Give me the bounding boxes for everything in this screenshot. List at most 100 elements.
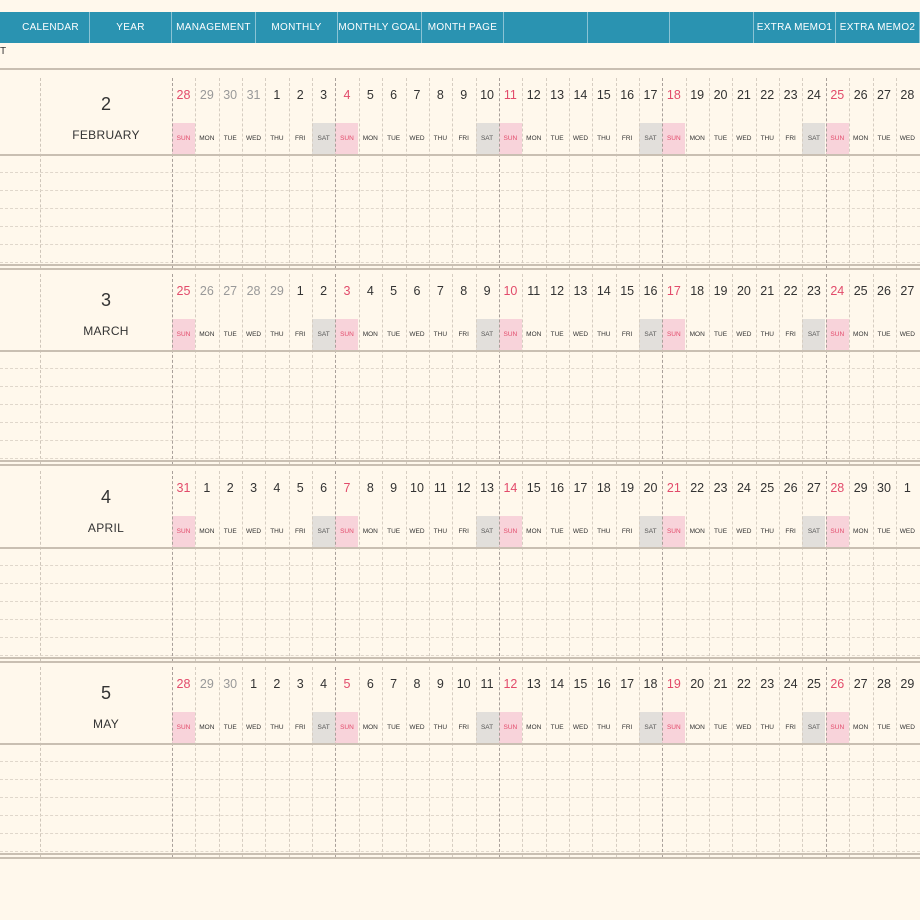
day-cell[interactable]: 30 TUE [219, 78, 242, 268]
tab-extra-memo2[interactable]: EXTRA MEMO2 [836, 12, 920, 43]
day-cell[interactable]: 3 WED [242, 471, 265, 661]
day-cell[interactable]: 13 WED [569, 274, 592, 464]
day-cell[interactable]: 5 FRI [289, 471, 312, 661]
day-cell[interactable]: 4 SUN [335, 78, 359, 268]
day-cell[interactable]: 1 WED [896, 471, 919, 661]
day-cell[interactable]: 27 TUE [219, 274, 242, 464]
day-cell[interactable]: 5 TUE [382, 274, 405, 464]
tab-monthly-goal[interactable]: MONTHLY GOAL [338, 12, 422, 43]
day-cell[interactable]: 11 SAT [475, 667, 499, 857]
day-cell[interactable]: 28 WED [242, 274, 265, 464]
day-cell[interactable]: 14 THU [592, 274, 615, 464]
day-cell[interactable]: 6 TUE [382, 78, 405, 268]
day-cell[interactable]: 1 THU [265, 78, 288, 268]
day-cell[interactable]: 28 WED [896, 78, 919, 268]
day-cell[interactable]: 11 THU [429, 471, 452, 661]
day-cell[interactable]: 27 TUE [873, 78, 896, 268]
day-cell[interactable]: 1 WED [242, 667, 265, 857]
day-cell[interactable]: 9 TUE [382, 471, 405, 661]
day-cell[interactable]: 29 MON [195, 78, 218, 268]
day-cell[interactable]: 12 SUN [498, 667, 522, 857]
day-cell[interactable]: 16 THU [592, 667, 615, 857]
day-cell[interactable]: 10 SAT [475, 78, 499, 268]
day-cell[interactable]: 26 FRI [779, 471, 802, 661]
day-cell[interactable]: 19 FRI [616, 471, 639, 661]
day-cell[interactable]: 13 MON [522, 667, 545, 857]
day-cell[interactable]: 22 THU [756, 78, 779, 268]
day-cell[interactable]: 4 MON [359, 274, 382, 464]
day-cell[interactable]: 19 SUN [662, 667, 686, 857]
day-cell[interactable]: 8 MON [359, 471, 382, 661]
day-cell[interactable]: 31 WED [242, 78, 265, 268]
day-cell[interactable]: 26 SUN [825, 667, 849, 857]
day-cell[interactable]: 14 SUN [498, 471, 522, 661]
day-cell[interactable]: 13 TUE [546, 78, 569, 268]
day-cell[interactable]: 1 FRI [289, 274, 312, 464]
tab-year[interactable]: YEAR [90, 12, 172, 43]
month-name[interactable]: MAY [40, 717, 172, 731]
day-cell[interactable]: 23 SAT [802, 274, 826, 464]
day-cell[interactable]: 2 TUE [219, 471, 242, 661]
month-number[interactable]: 2 [40, 94, 172, 115]
day-cell[interactable]: 10 FRI [452, 667, 475, 857]
month-number[interactable]: 4 [40, 487, 172, 508]
month-number[interactable]: 5 [40, 683, 172, 704]
day-cell[interactable]: 8 THU [429, 78, 452, 268]
day-cell[interactable]: 25 THU [756, 471, 779, 661]
day-cell[interactable]: 16 SAT [639, 274, 662, 464]
day-cell[interactable]: 3 FRI [289, 667, 312, 857]
day-cell[interactable]: 24 SUN [825, 274, 849, 464]
day-cell[interactable]: 20 TUE [709, 78, 732, 268]
tab-empty-7[interactable] [588, 12, 670, 43]
day-cell[interactable]: 6 WED [406, 274, 429, 464]
day-cell[interactable]: 30 TUE [219, 667, 242, 857]
day-cell[interactable]: 4 THU [265, 471, 288, 661]
tab-calendar[interactable]: CALENDAR [12, 12, 90, 43]
day-cell[interactable]: 30 TUE [873, 471, 896, 661]
day-cell[interactable]: 23 FRI [779, 78, 802, 268]
tab-month-page[interactable]: MONTH PAGE [422, 12, 504, 43]
day-cell[interactable]: 15 MON [522, 471, 545, 661]
day-cell[interactable]: 12 TUE [546, 274, 569, 464]
day-cell[interactable]: 18 SUN [662, 78, 686, 268]
day-cell[interactable]: 9 FRI [452, 78, 475, 268]
day-cell[interactable]: 29 MON [849, 471, 872, 661]
month-number[interactable]: 3 [40, 290, 172, 311]
day-cell[interactable]: 21 SUN [662, 471, 686, 661]
tab-empty-6[interactable] [504, 12, 588, 43]
day-cell[interactable]: 11 MON [522, 274, 545, 464]
day-cell[interactable]: 19 MON [686, 78, 709, 268]
tab-empty-8[interactable] [670, 12, 754, 43]
day-cell[interactable]: 9 SAT [475, 274, 499, 464]
day-cell[interactable]: 26 MON [195, 274, 218, 464]
day-cell[interactable]: 14 WED [569, 78, 592, 268]
day-cell[interactable]: 24 SAT [802, 78, 826, 268]
day-cell[interactable]: 28 SUN [825, 471, 849, 661]
day-cell[interactable]: 18 MON [686, 274, 709, 464]
tab-management[interactable]: MANAGEMENT [172, 12, 256, 43]
day-cell[interactable]: 6 SAT [312, 471, 336, 661]
day-cell[interactable]: 25 SUN [825, 78, 849, 268]
tab-extra-memo1[interactable]: EXTRA MEMO1 [754, 12, 836, 43]
day-cell[interactable]: 10 SUN [498, 274, 522, 464]
day-cell[interactable]: 17 SUN [662, 274, 686, 464]
day-cell[interactable]: 20 SAT [639, 471, 662, 661]
day-cell[interactable]: 7 TUE [382, 667, 405, 857]
day-cell[interactable]: 15 WED [569, 667, 592, 857]
day-cell[interactable]: 18 THU [592, 471, 615, 661]
day-cell[interactable]: 2 FRI [289, 78, 312, 268]
day-cell[interactable]: 19 TUE [709, 274, 732, 464]
day-cell[interactable]: 28 TUE [873, 667, 896, 857]
day-cell[interactable]: 22 WED [732, 667, 755, 857]
day-cell[interactable]: 15 THU [592, 78, 615, 268]
day-cell[interactable]: 28 SUN [172, 78, 195, 268]
day-cell[interactable]: 13 SAT [475, 471, 499, 661]
day-cell[interactable]: 29 THU [265, 274, 288, 464]
day-cell[interactable]: 2 THU [265, 667, 288, 857]
day-cell[interactable]: 9 THU [429, 667, 452, 857]
day-cell[interactable]: 27 SAT [802, 471, 826, 661]
day-cell[interactable]: 20 MON [686, 667, 709, 857]
day-cell[interactable]: 10 WED [406, 471, 429, 661]
day-cell[interactable]: 16 TUE [546, 471, 569, 661]
day-cell[interactable]: 22 MON [686, 471, 709, 661]
